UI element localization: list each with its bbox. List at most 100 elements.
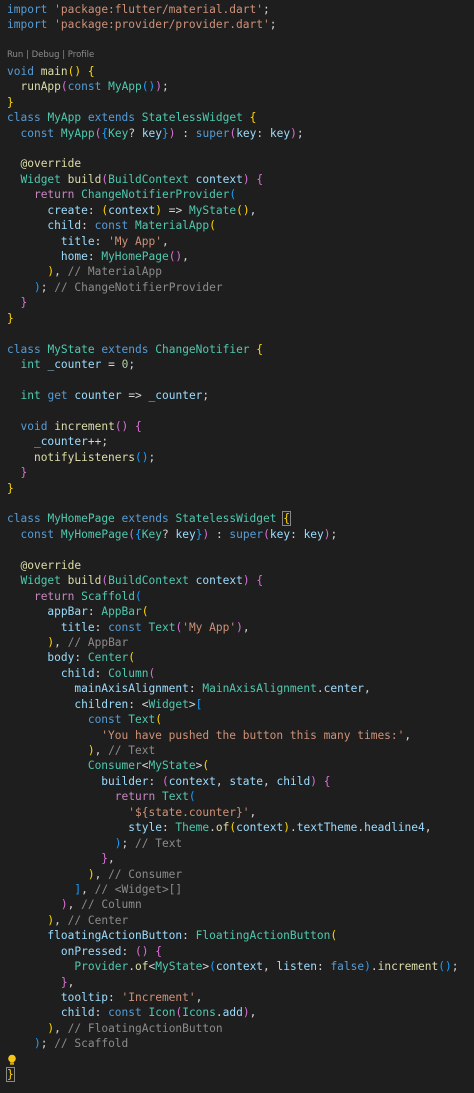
code-line[interactable]: class MyHomePage extends StatelessWidget…	[0, 511, 474, 527]
code-line[interactable]: import 'package:flutter/material.dart';	[0, 2, 474, 17]
code-token: MyState	[148, 759, 196, 773]
code-line[interactable]: },	[0, 851, 474, 866]
code-line[interactable]: ), // Consumer	[0, 867, 474, 882]
code-line[interactable]	[0, 141, 474, 156]
code-token: (	[128, 651, 136, 665]
code-line[interactable]: create: (context) => MyState(),	[0, 203, 474, 218]
code-line[interactable]: int _counter = 0;	[0, 357, 474, 372]
code-line[interactable]	[0, 496, 474, 511]
code-line[interactable]: Consumer<MyState>(	[0, 758, 474, 773]
code-line[interactable]: }	[0, 481, 474, 496]
code-line[interactable]: void increment() {	[0, 419, 474, 434]
code-line[interactable]: builder: (context, state, child) {	[0, 774, 474, 789]
code-token: @override	[20, 558, 82, 572]
code-line[interactable]: ); // Text	[0, 836, 474, 851]
code-line[interactable]: return Text(	[0, 789, 474, 804]
code-line[interactable]: class MyApp extends StatelessWidget {	[0, 110, 474, 125]
code-line[interactable]	[0, 542, 474, 557]
code-token: const	[94, 219, 129, 233]
code-line[interactable]: appBar: AppBar(	[0, 604, 474, 619]
code-token: ,	[182, 250, 189, 263]
code-token: Text	[161, 790, 189, 804]
code-line[interactable]: }	[0, 95, 474, 110]
code-line[interactable]: body: Center(	[0, 650, 474, 665]
code-line[interactable]: _counter++;	[0, 434, 474, 449]
code-line[interactable]: return Scaffold(	[0, 589, 474, 604]
code-line[interactable]: },	[0, 975, 474, 990]
code-line[interactable]: ), // Center	[0, 913, 474, 928]
code-line[interactable]: ), // Text	[0, 743, 474, 758]
code-line[interactable]: child: const MaterialApp(	[0, 218, 474, 233]
code-token: ++;	[87, 435, 109, 449]
code-line[interactable]: ), // Column	[0, 897, 474, 912]
code-token: )	[87, 744, 95, 757]
code-line[interactable]: }	[0, 465, 474, 480]
code-line[interactable]: children: <Widget>[	[0, 697, 474, 712]
code-line[interactable]: class MyState extends ChangeNotifier {	[0, 342, 474, 357]
code-line[interactable]: void main() {	[0, 64, 474, 79]
code-line[interactable]: runApp(const MyApp());	[0, 79, 474, 94]
code-line[interactable]: title: const Text('My App'),	[0, 620, 474, 635]
code-line[interactable]	[0, 33, 474, 48]
code-token: key	[141, 126, 163, 140]
code-token: MyState	[47, 342, 95, 356]
code-line[interactable]: }	[0, 295, 474, 310]
code-line[interactable]: '${state.counter}',	[0, 805, 474, 820]
code-line[interactable]	[0, 373, 474, 388]
code-line[interactable]: style: Theme.of(context).textTheme.headl…	[0, 820, 474, 835]
code-line[interactable]: Widget build(BuildContext context) {	[0, 573, 474, 588]
code-line[interactable]: onPressed: () {	[0, 944, 474, 959]
code-line[interactable]: const MyApp({Key? key}) : super(key: key…	[0, 126, 474, 141]
lightbulb-icon[interactable]	[6, 1054, 18, 1066]
code-line[interactable]: const MyHomePage({Key? key}) : super(key…	[0, 527, 474, 542]
code-line[interactable]: }	[0, 1067, 474, 1083]
code-token: 'Increment'	[121, 991, 196, 1004]
code-line[interactable]: mainAxisAlignment: MainAxisAlignment.cen…	[0, 681, 474, 696]
code-line[interactable]: home: MyHomePage(),	[0, 249, 474, 264]
code-token: 'package:provider/provider.dart'	[54, 18, 270, 32]
code-line[interactable]: child: const Icon(Icons.add),	[0, 1005, 474, 1020]
code-line[interactable]: ), // FloatingActionButton	[0, 1021, 474, 1036]
code-token: ,	[215, 774, 230, 788]
code-line[interactable]: 'You have pushed the button this many ti…	[0, 728, 474, 743]
code-line[interactable]: child: Column(	[0, 666, 474, 681]
code-line[interactable]: ); // ChangeNotifierProvider	[0, 280, 474, 295]
code-line[interactable]: ], // <Widget>[]	[0, 882, 474, 897]
code-line[interactable]: floatingActionButton: FloatingActionButt…	[0, 928, 474, 943]
code-token: =	[101, 358, 122, 372]
code-token: 'You have pushed the button this many ti…	[101, 728, 405, 742]
code-line[interactable]: }	[0, 311, 474, 326]
code-line[interactable]: int get counter => _counter;	[0, 388, 474, 403]
code-token: ()	[438, 960, 452, 974]
code-token: {	[323, 774, 331, 788]
code-line[interactable]	[0, 326, 474, 341]
code-line[interactable]: @override	[0, 558, 474, 573]
code-token: key	[175, 527, 196, 541]
code-line[interactable]: ), // MaterialApp	[0, 264, 474, 279]
code-line[interactable]: return ChangeNotifierProvider(	[0, 187, 474, 202]
code-token: )	[155, 80, 163, 94]
code-token: ;	[202, 388, 210, 402]
code-line[interactable]: Widget build(BuildContext context) {	[0, 172, 474, 187]
code-editor[interactable]: import 'package:flutter/material.dart'; i…	[0, 0, 474, 1093]
code-line[interactable]: notifyListeners();	[0, 450, 474, 465]
code-line[interactable]: ), // AppBar	[0, 635, 474, 650]
code-line[interactable]: @override	[0, 156, 474, 171]
code-line[interactable]: import 'package:provider/provider.dart';	[0, 17, 474, 32]
code-line[interactable]: Provider.of<MyState>(context, listen: fa…	[0, 959, 474, 974]
code-line[interactable]: const Text(	[0, 712, 474, 727]
code-line[interactable]: ); // Scaffold	[0, 1036, 474, 1051]
code-line[interactable]	[0, 1052, 474, 1067]
code-line[interactable]: title: 'My App',	[0, 234, 474, 249]
code-token: state	[229, 774, 264, 788]
code-line[interactable]	[0, 403, 474, 418]
code-token: ,	[364, 682, 371, 696]
code-line[interactable]: tooltip: 'Increment',	[0, 990, 474, 1005]
codelens-run-debug-profile[interactable]: Run | Debug | Profile	[0, 48, 474, 63]
